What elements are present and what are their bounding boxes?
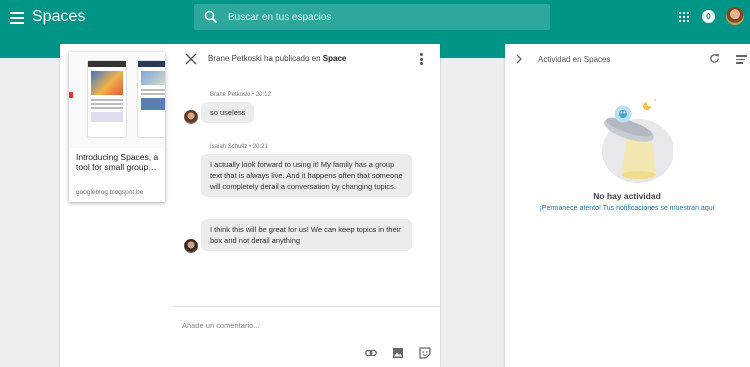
chevron-right-icon[interactable] [515,54,523,64]
post-title: Brane Petkoski ha publicado en Space [208,54,346,63]
activity-title: Actividad en Spaces [538,55,611,64]
post-card: Brane Petkoski ha publicado en Space Int… [60,44,440,367]
link-icon[interactable] [365,347,377,359]
thumb-fragment [69,92,73,98]
empty-state-title: No hay actividad [593,191,661,201]
search-box[interactable] [194,4,550,30]
search-input[interactable] [228,4,528,30]
refresh-icon[interactable] [709,53,720,64]
close-icon[interactable] [185,53,197,65]
image-icon[interactable] [392,347,404,359]
space-name[interactable]: Space [323,54,347,63]
account-avatar[interactable] [726,7,744,25]
message-bubble: so useless [201,102,255,123]
app-title[interactable]: Spaces [32,8,85,26]
more-vert-icon[interactable] [420,53,424,67]
message-author: Isaiah Schultz • 20:21 [210,144,268,150]
thumb-phone [137,60,165,138]
post-title-middle: ha publicado en [264,54,321,63]
menu-icon[interactable] [10,12,24,24]
activity-panel: Actividad en Spaces No hay actividad ¡Pe… [505,44,750,367]
filter-icon[interactable] [736,55,747,64]
sticker-icon[interactable] [419,347,431,359]
message-bubble: I actually look forward to using it! My … [201,154,412,197]
link-preview-card[interactable]: Introducing Spaces, a tool for small gro… [69,52,165,202]
avatar[interactable] [184,110,198,124]
link-title[interactable]: Introducing Spaces, a tool for small gro… [76,152,160,172]
message-bubble: I think this will be great for us! We ca… [201,219,412,251]
link-domain: googleblog.blogspot.be [76,189,144,196]
apps-icon[interactable] [679,12,689,22]
comment-input[interactable] [182,318,422,332]
search-icon[interactable] [204,10,218,24]
thumb-phone [87,60,127,138]
post-author: Brane Petkoski [208,54,262,63]
ufo-illustration [602,99,673,183]
link-thumbnail [69,52,165,148]
empty-state-subtitle: ¡Permanece atento! Tus notificaciones se… [539,205,715,212]
notifications-icon[interactable]: 0 [702,10,715,23]
avatar[interactable] [184,239,198,253]
message-author: Brane Petkoski • 20:12 [210,92,271,98]
comment-area [172,306,440,367]
